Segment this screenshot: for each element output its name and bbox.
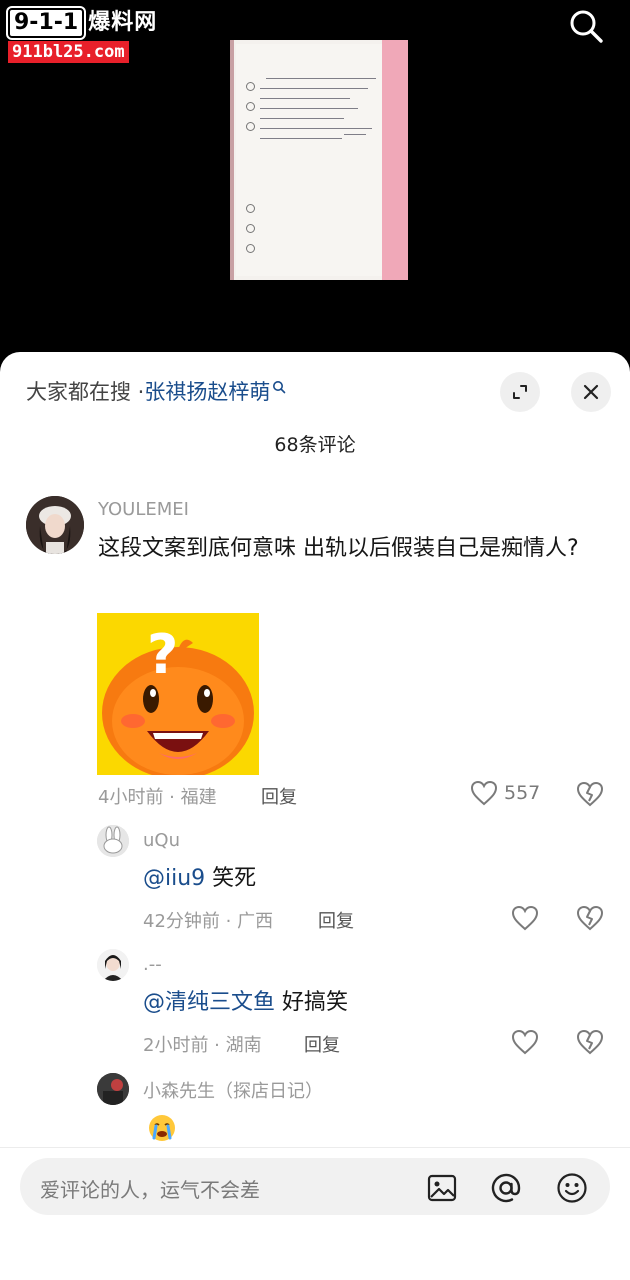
reply-body: 笑死 (205, 866, 257, 891)
reply-time-location: 2小时前 · 湖南 (143, 1035, 262, 1056)
avatar[interactable] (26, 496, 84, 554)
avatar[interactable] (97, 825, 129, 857)
heart-icon[interactable] (511, 1028, 539, 1056)
logo-text: 爆料网 (88, 10, 158, 35)
comment-input-bar[interactable]: 爱评论的人，运气不会差 (20, 1158, 610, 1215)
heart-icon[interactable] (511, 904, 539, 932)
svg-text:?: ? (147, 623, 178, 686)
input-divider (0, 1147, 630, 1148)
heart-icon (470, 780, 498, 806)
watermark-logo: 9-1-1 爆料网 911bl25.com (8, 8, 158, 63)
mention-link[interactable]: @iiu9 (143, 866, 205, 891)
image-icon[interactable] (426, 1172, 458, 1204)
hot-search-keyword[interactable]: 张祺扬赵梓萌 (144, 376, 270, 406)
broken-heart-icon[interactable] (576, 780, 604, 808)
reply-button[interactable]: 回复 (261, 783, 297, 809)
like-button[interactable]: 557 (470, 780, 540, 806)
close-button[interactable] (571, 372, 611, 412)
mention-link[interactable]: @清纯三文鱼 (143, 990, 275, 1015)
broken-heart-icon[interactable] (576, 904, 604, 932)
small-search-icon (273, 381, 286, 394)
emoji-icon[interactable] (556, 1172, 588, 1204)
close-icon (583, 384, 599, 400)
comment-username[interactable]: YOULEMEI (98, 499, 189, 520)
avatar[interactable] (97, 949, 129, 981)
reply-username[interactable]: uQu (143, 830, 180, 851)
expand-icon (513, 385, 527, 399)
avatar[interactable] (97, 1073, 129, 1105)
comment-time-location: 4小时前 · 福建 (98, 787, 217, 808)
question-sticker: ? (97, 613, 259, 775)
reply-text: @清纯三文鱼 好搞笑 (143, 983, 348, 1023)
reply-text: @iiu9 笑死 (143, 859, 256, 899)
reply-button[interactable]: 回复 (304, 1031, 340, 1057)
reply-button[interactable]: 回复 (318, 907, 354, 933)
reply-username[interactable]: 小森先生（探店日记） (143, 1077, 323, 1103)
comment-text: 这段文案到底何意味 出轨以后假装自己是痴情人? (98, 536, 579, 561)
hot-search-bar[interactable]: 大家都在搜 · 张祺扬赵梓萌 (26, 376, 286, 406)
comment-sheet: 大家都在搜 · 张祺扬赵梓萌 68条评论 YOULEMEI 这段文案到底何意味 … (0, 352, 630, 1280)
comment-count-title: 68条评论 (274, 434, 356, 456)
reply-time-location: 42分钟前 · 广西 (143, 911, 274, 932)
watermark-domain: 911bl25.com (8, 41, 129, 63)
at-icon[interactable] (490, 1172, 522, 1204)
search-icon[interactable] (568, 8, 604, 44)
hot-search-prefix: 大家都在搜 · (26, 380, 145, 404)
expand-button[interactable] (500, 372, 540, 412)
comment-input-placeholder[interactable]: 爱评论的人，运气不会差 (40, 1174, 260, 1203)
reply-body: 好搞笑 (275, 990, 349, 1015)
reply-username[interactable]: .-- (143, 954, 162, 975)
reply-emoji (147, 1112, 177, 1142)
video-frame-notebook (230, 40, 408, 280)
logo-number: 9-1-1 (8, 8, 85, 38)
notebook-page (236, 44, 382, 276)
video-area[interactable]: 9-1-1 爆料网 911bl25.com (0, 0, 630, 360)
like-count: 557 (504, 782, 541, 804)
broken-heart-icon[interactable] (576, 1028, 604, 1056)
